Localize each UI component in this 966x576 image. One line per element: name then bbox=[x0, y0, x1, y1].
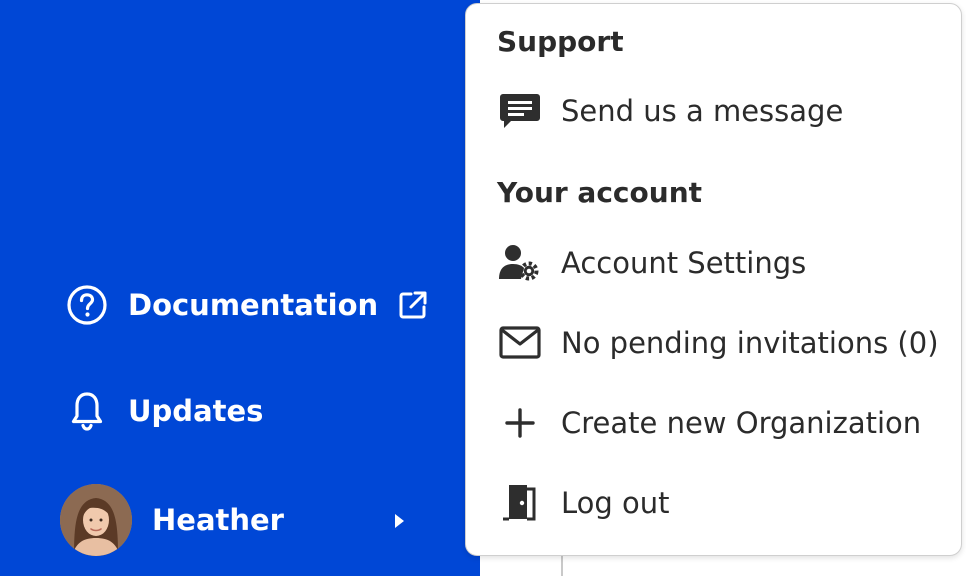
app-window: Documentation Updates Heather Support Se… bbox=[0, 0, 966, 576]
sidebar-item-updates[interactable]: Updates bbox=[66, 390, 263, 432]
sidebar-item-label: Updates bbox=[128, 394, 264, 428]
chevron-right-icon bbox=[392, 503, 406, 537]
sidebar-item-label: Documentation bbox=[128, 288, 379, 322]
sidebar: Documentation Updates Heather bbox=[0, 0, 480, 576]
door-exit-icon bbox=[498, 483, 542, 523]
external-link-icon bbox=[398, 290, 428, 320]
account-dropdown-menu: Support Send us a message Your account A… bbox=[465, 3, 962, 556]
plus-icon bbox=[498, 403, 542, 443]
bell-icon bbox=[66, 390, 108, 432]
create-organization-item[interactable]: Create new Organization bbox=[498, 403, 921, 443]
help-circle-icon bbox=[66, 284, 108, 326]
user-name: Heather bbox=[152, 503, 284, 537]
user-menu-toggle[interactable]: Heather bbox=[60, 484, 406, 556]
invitations-item[interactable]: No pending invitations (0) bbox=[498, 323, 939, 363]
section-title-account: Your account bbox=[497, 176, 703, 209]
send-message-item[interactable]: Send us a message bbox=[498, 91, 843, 131]
menu-item-label: No pending invitations (0) bbox=[561, 326, 939, 360]
message-icon bbox=[498, 91, 542, 131]
section-title-support: Support bbox=[497, 25, 624, 58]
mail-icon bbox=[498, 323, 542, 363]
logout-item[interactable]: Log out bbox=[498, 483, 670, 523]
sidebar-item-documentation[interactable]: Documentation bbox=[66, 284, 428, 326]
account-settings-item[interactable]: Account Settings bbox=[498, 243, 806, 283]
menu-item-label: Log out bbox=[561, 486, 670, 520]
menu-item-label: Create new Organization bbox=[561, 406, 922, 440]
user-gear-icon bbox=[498, 243, 542, 283]
menu-item-label: Account Settings bbox=[561, 246, 807, 280]
menu-item-label: Send us a message bbox=[561, 94, 844, 128]
avatar bbox=[60, 484, 132, 556]
